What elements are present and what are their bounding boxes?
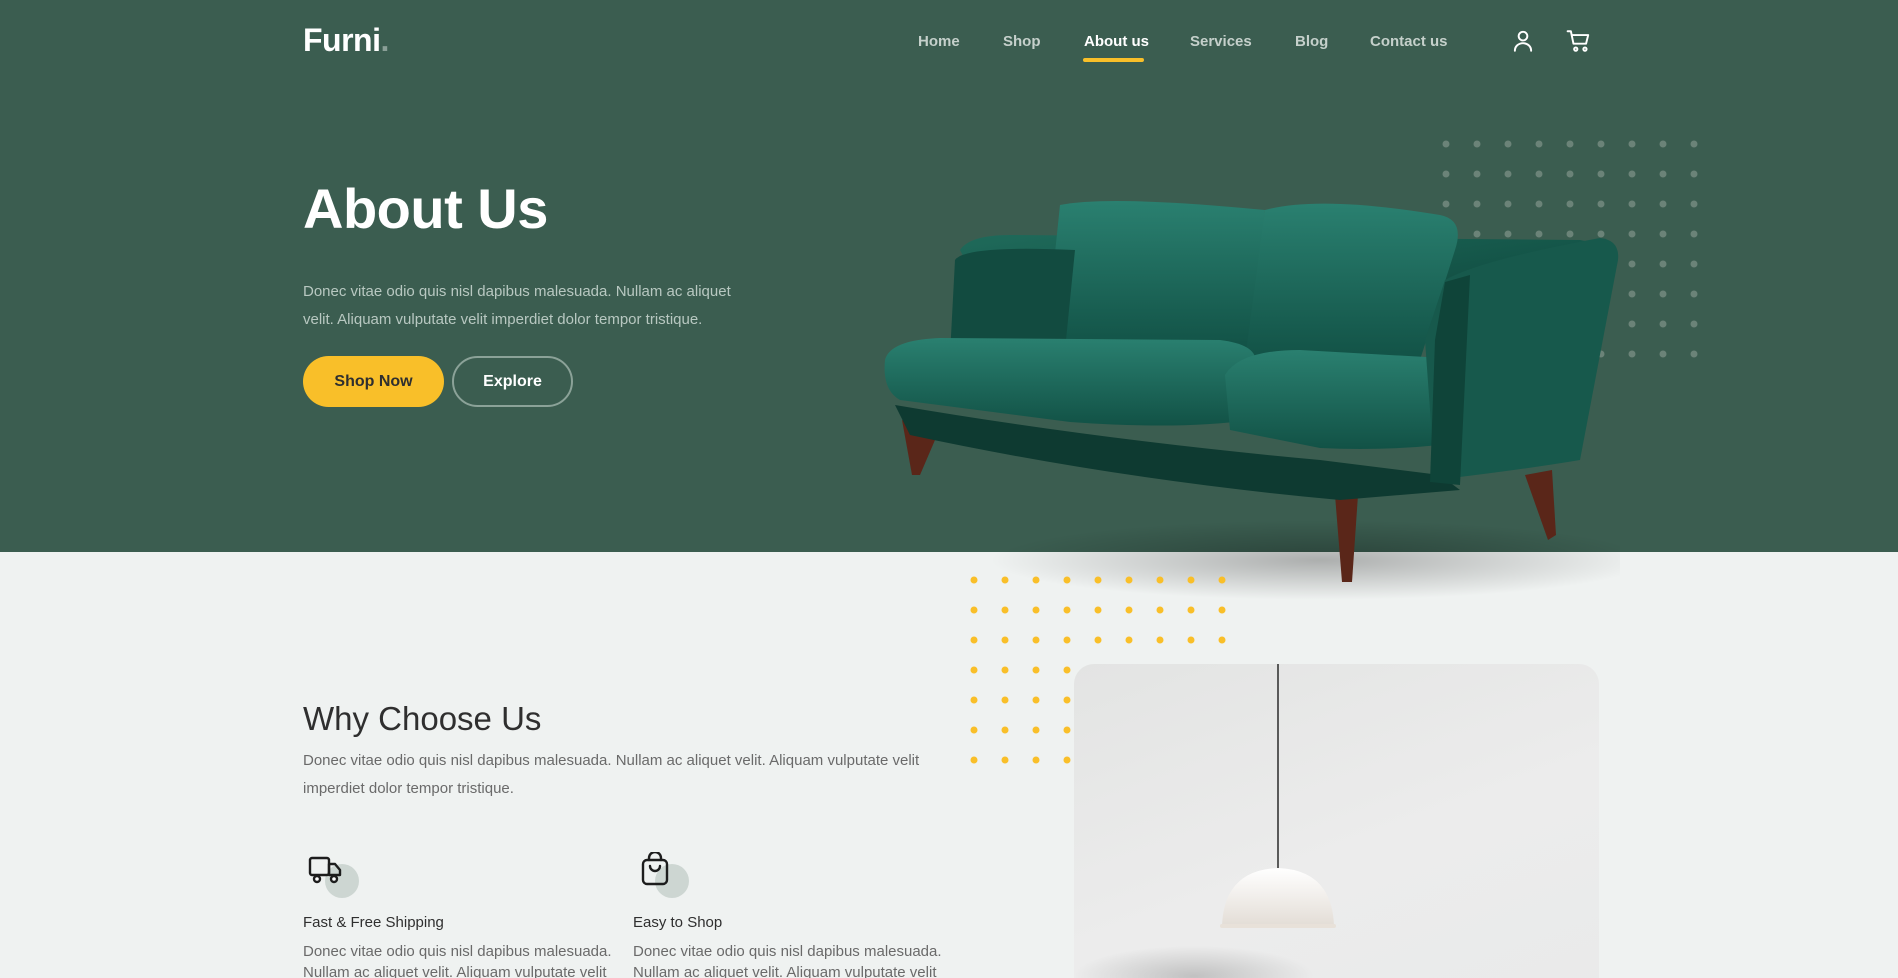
nav-item-contact-us[interactable]: Contact us bbox=[1370, 33, 1448, 50]
nav-item-about-us[interactable]: About us bbox=[1084, 33, 1149, 50]
why-choose-us-description: Donec vitae odio quis nisl dapibus males… bbox=[303, 752, 920, 797]
explore-button[interactable]: Explore bbox=[452, 356, 573, 407]
feature-fast-shipping: Fast & Free Shipping Donec vitae odio qu… bbox=[303, 852, 623, 978]
feature-description: Donec vitae odio quis nisl dapibus males… bbox=[303, 943, 612, 978]
shop-now-button[interactable]: Shop Now bbox=[303, 356, 444, 407]
feature-easy-to-shop: Easy to Shop Donec vitae odio quis nisl … bbox=[633, 852, 953, 978]
truck-icon bbox=[303, 852, 361, 898]
feature-title: Easy to Shop bbox=[633, 914, 723, 931]
hero-title: About Us bbox=[303, 177, 548, 240]
sofa-image bbox=[884, 201, 1620, 600]
nav-item-home[interactable]: Home bbox=[918, 33, 960, 50]
nav-item-blog[interactable]: Blog bbox=[1295, 33, 1328, 50]
cart-icon[interactable] bbox=[1566, 28, 1592, 54]
active-nav-indicator bbox=[1083, 58, 1144, 62]
bag-icon bbox=[633, 852, 691, 898]
hero-description: Donec vitae odio quis nisl dapibus males… bbox=[303, 283, 731, 328]
lamp-image bbox=[1074, 664, 1599, 978]
nav-item-shop[interactable]: Shop bbox=[1003, 33, 1041, 50]
nav-item-services[interactable]: Services bbox=[1190, 33, 1252, 50]
why-choose-us-title: Why Choose Us bbox=[303, 700, 542, 737]
user-icon[interactable] bbox=[1510, 28, 1536, 54]
brand-logo[interactable]: Furni. bbox=[303, 22, 389, 59]
feature-title: Fast & Free Shipping bbox=[303, 914, 444, 931]
feature-description: Donec vitae odio quis nisl dapibus males… bbox=[633, 943, 942, 978]
